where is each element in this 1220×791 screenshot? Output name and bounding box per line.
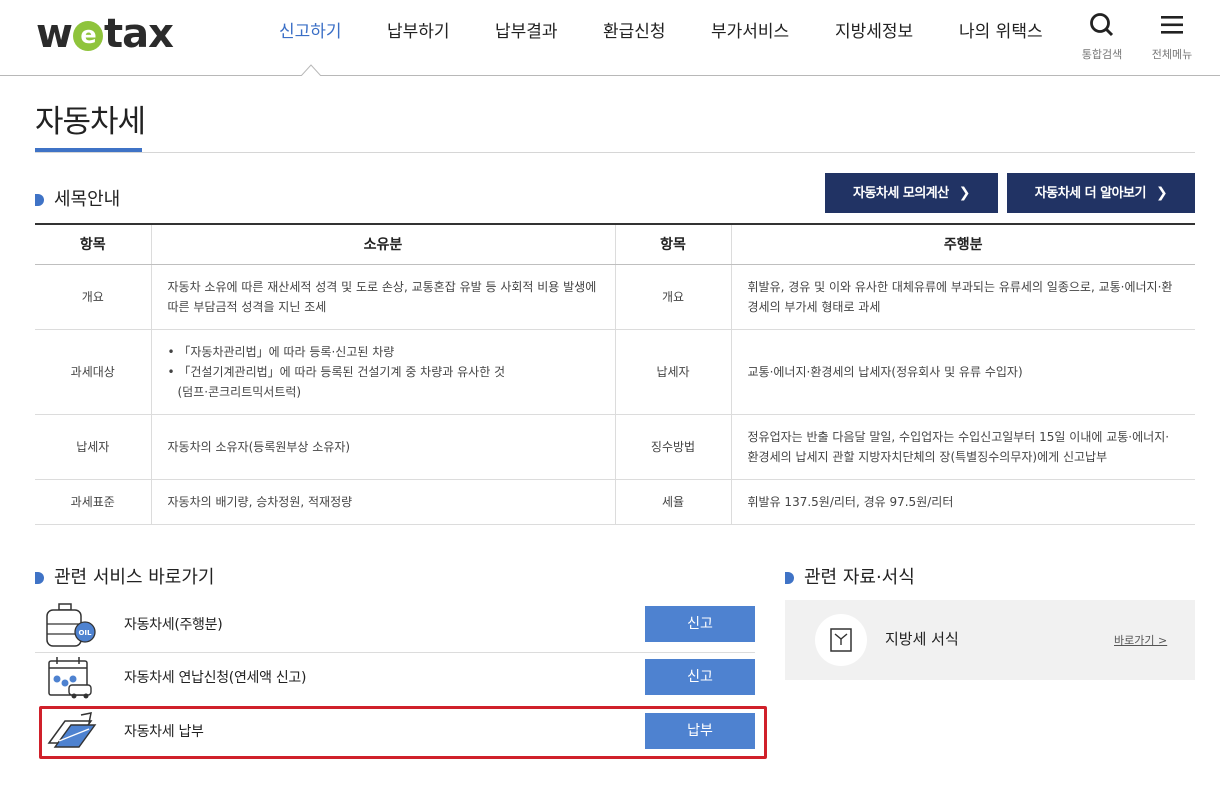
calendar-car-icon <box>48 657 92 699</box>
col-header-item: 항목 <box>614 223 731 265</box>
nav-item-result[interactable]: 납부결과 <box>495 20 558 44</box>
section-heading-resources: 관련 자료·서식 <box>785 566 915 590</box>
row-value: 자동차의 소유자(등록원부상 소유자) <box>150 414 615 480</box>
row-value: 정유업자는 반출 다음달 말일, 수입업자는 수입신고일부터 15일 이내에 교… <box>730 414 1195 480</box>
integrated-search[interactable]: 통합검색 <box>1077 12 1127 62</box>
col-header-item: 항목 <box>35 223 151 265</box>
bullet-icon <box>35 194 44 206</box>
wetax-logo[interactable]: w e tax <box>36 14 174 54</box>
table-row: 개요 자동차 소유에 따른 재산세적 성격 및 도로 손상, 교통혼잡 유발 등… <box>35 264 1195 330</box>
nav-item-report[interactable]: 신고하기 <box>279 20 342 44</box>
service-label: 자동차세(주행분) <box>124 617 223 633</box>
row-key: 개요 <box>614 264 731 330</box>
report-button[interactable]: 신고 <box>645 659 755 695</box>
search-icon <box>1090 13 1114 37</box>
section-heading-guide: 세목안내 <box>35 188 120 212</box>
service-row-annual: 자동차세 연납신청(연세액 신고) 신고 <box>35 653 755 705</box>
learn-more-button[interactable]: 자동차세 더 알아보기 ❯ <box>1007 173 1195 213</box>
service-row-driving: OIL 자동차세(주행분) 신고 <box>35 600 755 652</box>
nav-item-mywetax[interactable]: 나의 위택스 <box>959 20 1043 44</box>
resource-card: 지방세 서식 바로가기 > <box>785 600 1195 680</box>
hamburger-menu-icon <box>1161 16 1183 34</box>
row-value: 교통·에너지·환경세의 납세자(정유회사 및 유류 수입자) <box>730 329 1195 415</box>
table-row: 납세자 자동차의 소유자(등록원부상 소유자) 징수방법 정유업자는 반출 다음… <box>35 414 1195 480</box>
site-header: w e tax 신고하기 납부하기 납부결과 환급신청 부가서비스 지방세정보 나의… <box>0 0 1220 76</box>
svg-text:OIL: OIL <box>78 629 92 637</box>
tax-guide-table: 항목 소유분 항목 주행분 개요 자동차 소유에 따른 재산세적 성격 및 도로… <box>35 223 1195 525</box>
simulate-calc-button[interactable]: 자동차세 모의계산 ❯ <box>825 173 998 213</box>
col-header-driving: 주행분 <box>730 223 1195 265</box>
table-row: 과세대상 • 「자동차관리법」에 따라 등록·신고된 차량 • 「건설기계관리법… <box>35 329 1195 415</box>
row-value: 휘발유 137.5원/리터, 경유 97.5원/리터 <box>730 479 1195 525</box>
row-value: 자동차의 배기량, 승차정원, 적재정량 <box>150 479 615 525</box>
bullet-line: • 「건설기계관리법」에 따라 등록된 건설기계 중 차량과 유사한 것 <box>167 364 506 379</box>
active-nav-caret-icon <box>301 64 321 76</box>
row-value: 휘발유, 경유 및 이와 유사한 대체유류에 부과되는 유류세의 일종으로, 교… <box>730 264 1195 330</box>
bullet-line: • 「자동차관리법」에 따라 등록·신고된 차량 <box>167 344 395 359</box>
oil-tank-icon: OIL <box>46 603 96 647</box>
bullet-icon <box>35 572 44 584</box>
chevron-right-icon: ❯ <box>958 185 971 201</box>
nav-item-extra[interactable]: 부가서비스 <box>711 20 789 44</box>
row-key: 과세대상 <box>35 329 151 415</box>
form-icon-badge <box>815 614 867 666</box>
resource-label: 지방세 서식 <box>885 630 959 648</box>
envelope-form-icon <box>830 628 852 652</box>
highlight-box <box>39 706 767 759</box>
shortcut-link[interactable]: 바로가기 > <box>1114 632 1167 648</box>
service-label: 자동차세 연납신청(연세액 신고) <box>124 670 307 686</box>
title-divider <box>35 152 1195 153</box>
logo-e-badge: e <box>72 21 103 51</box>
row-key: 세율 <box>614 479 731 525</box>
title-underline <box>35 148 142 152</box>
row-key: 과세표준 <box>35 479 151 525</box>
table-header-row: 항목 소유분 항목 주행분 <box>35 223 1195 265</box>
row-key: 개요 <box>35 264 151 330</box>
nav-item-localtax[interactable]: 지방세정보 <box>835 20 913 44</box>
menu-label: 전체메뉴 <box>1151 48 1193 61</box>
row-value: • 「자동차관리법」에 따라 등록·신고된 차량 • 「건설기계관리법」에 따라… <box>150 329 615 415</box>
col-header-ownership: 소유분 <box>150 223 615 265</box>
table-row: 과세표준 자동차의 배기량, 승차정원, 적재정량 세율 휘발유 137.5원/… <box>35 479 1195 525</box>
all-menu[interactable]: 전체메뉴 <box>1147 12 1197 62</box>
row-key: 징수방법 <box>614 414 731 480</box>
row-key: 납세자 <box>35 414 151 480</box>
page-title: 자동차세 <box>35 104 146 140</box>
row-value: 자동차 소유에 따른 재산세적 성격 및 도로 손상, 교통혼잡 유발 등 사회… <box>150 264 615 330</box>
chevron-right-icon: ❯ <box>1155 185 1168 201</box>
row-key: 납세자 <box>614 329 731 415</box>
nav-item-pay[interactable]: 납부하기 <box>387 20 450 44</box>
bullet-line: (덤프·콘크리트믹서트럭) <box>177 384 302 399</box>
section-heading-services: 관련 서비스 바로가기 <box>35 566 214 590</box>
bullet-icon <box>785 572 794 584</box>
nav-item-refund[interactable]: 환급신청 <box>603 20 666 44</box>
report-button[interactable]: 신고 <box>645 606 755 642</box>
search-label: 통합검색 <box>1081 48 1123 61</box>
